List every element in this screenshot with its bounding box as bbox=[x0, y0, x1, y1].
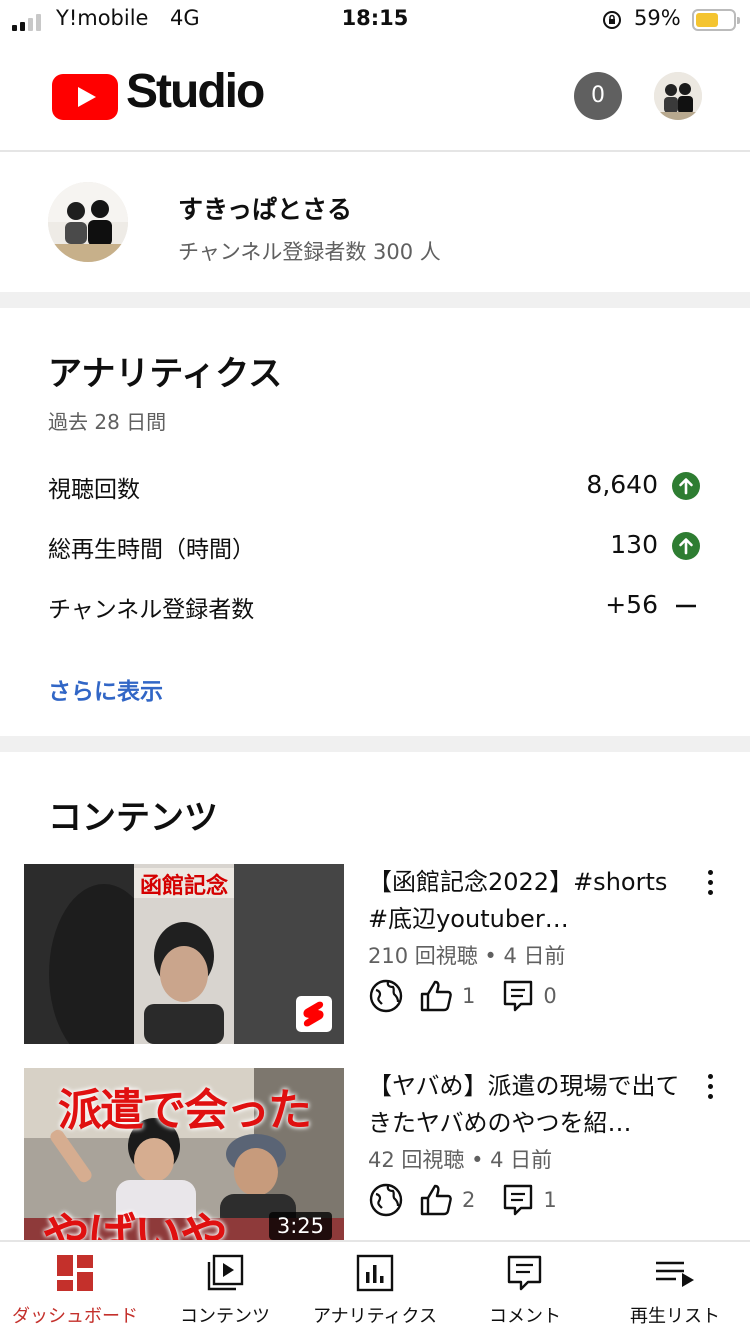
rotation-lock-icon bbox=[603, 11, 621, 29]
app-header: Studio 0 bbox=[0, 42, 750, 152]
video-stats: 1 0 bbox=[368, 978, 583, 1014]
like-count: 1 bbox=[462, 984, 476, 1008]
analytics-card: アナリティクス 過去 28 日間 視聴回数 8,640 総再生時間（時間） 13… bbox=[0, 308, 750, 736]
nav-playlists[interactable]: 再生リスト bbox=[600, 1242, 750, 1334]
like-icon bbox=[420, 980, 452, 1012]
content-icon bbox=[207, 1254, 244, 1291]
account-avatar-photo bbox=[654, 72, 702, 120]
public-globe-icon bbox=[369, 1183, 403, 1217]
nav-label: ダッシュボード bbox=[12, 1306, 138, 1327]
battery-icon bbox=[692, 9, 740, 31]
bottom-nav: ダッシュボード コンテンツ アナリティクス コメント 再生リスト bbox=[0, 1240, 750, 1334]
video-stats: 2 1 bbox=[368, 1182, 583, 1218]
channel-name: すきっぱとさる bbox=[178, 195, 353, 224]
analytics-title: アナリティクス bbox=[48, 354, 283, 394]
metric-value: 8,640 bbox=[586, 470, 658, 499]
nav-label: 再生リスト bbox=[630, 1306, 720, 1327]
thumbnail-caption: 函館記念 bbox=[139, 874, 228, 899]
trend-flat-icon bbox=[676, 604, 696, 608]
thumbnail-caption-bottom: やばいや bbox=[42, 1208, 228, 1242]
shorts-icon bbox=[296, 996, 332, 1032]
public-globe-icon bbox=[369, 979, 403, 1013]
more-options-icon[interactable] bbox=[704, 1074, 716, 1104]
analytics-icon bbox=[356, 1254, 394, 1292]
nav-content[interactable]: コンテンツ bbox=[150, 1242, 300, 1334]
like-icon bbox=[420, 1184, 452, 1216]
like-count: 2 bbox=[462, 1188, 476, 1212]
video-thumbnail[interactable]: 派遣で会った やばいや 3:25 bbox=[24, 1068, 344, 1242]
comment-count: 1 bbox=[543, 1188, 557, 1212]
comment-icon bbox=[507, 1255, 542, 1291]
video-duration: 3:25 bbox=[268, 1212, 332, 1240]
nav-dashboard[interactable]: ダッシュボード bbox=[0, 1242, 150, 1334]
show-more-link[interactable]: さらに表示 bbox=[48, 672, 163, 706]
metric-label: チャンネル登録者数 bbox=[48, 597, 255, 623]
nav-analytics[interactable]: アナリティクス bbox=[300, 1242, 450, 1334]
battery-percent: 59% bbox=[634, 6, 681, 30]
metric-value: 130 bbox=[610, 530, 658, 559]
studio-logo-text: Studio bbox=[126, 65, 265, 118]
playlist-icon bbox=[656, 1261, 694, 1287]
video-title[interactable]: 【函館記念2022】#shorts #底辺youtuber… bbox=[368, 864, 690, 938]
metric-row-subscribers[interactable]: チャンネル登録者数 +56 bbox=[48, 586, 700, 626]
nav-comments[interactable]: コメント bbox=[450, 1242, 600, 1334]
notification-badge[interactable]: 0 bbox=[574, 72, 622, 120]
status-bar: Y!mobile 4G 18:15 59% bbox=[0, 0, 750, 42]
subscriber-count: チャンネル登録者数 300 人 bbox=[178, 240, 441, 264]
comment-icon bbox=[504, 980, 533, 1012]
more-options-icon[interactable] bbox=[704, 870, 716, 900]
nav-label: アナリティクス bbox=[312, 1306, 438, 1327]
thumbnail-caption: 派遣で会った bbox=[58, 1085, 312, 1136]
contents-card: コンテンツ 函館記念 【函館記念2022】#shorts #底辺youtuber… bbox=[0, 752, 750, 1242]
channel-avatar bbox=[48, 182, 128, 262]
analytics-period: 過去 28 日間 bbox=[48, 410, 167, 434]
comment-icon bbox=[504, 1184, 533, 1216]
contents-title: コンテンツ bbox=[48, 798, 218, 838]
video-item[interactable]: 函館記念 【函館記念2022】#shorts #底辺youtuber… 210 … bbox=[24, 864, 734, 1044]
video-item[interactable]: 派遣で会った やばいや 3:25 【ヤバめ】派遣の現場で出てきたヤバめのやつを紹… bbox=[24, 1068, 734, 1242]
metric-value: +56 bbox=[605, 590, 658, 619]
video-thumbnail[interactable]: 函館記念 bbox=[24, 864, 344, 1044]
video-meta: 42 回視聴 • 4 日前 bbox=[368, 1148, 553, 1172]
section-divider bbox=[0, 292, 750, 308]
youtube-logo-icon[interactable] bbox=[52, 74, 118, 120]
trend-up-icon bbox=[672, 472, 700, 500]
channel-avatar-photo bbox=[48, 182, 128, 262]
video-title[interactable]: 【ヤバめ】派遣の現場で出てきたヤバめのやつを紹… bbox=[368, 1068, 690, 1142]
metric-row-views[interactable]: 視聴回数 8,640 bbox=[48, 466, 700, 506]
section-divider bbox=[0, 736, 750, 752]
channel-card[interactable]: すきっぱとさる チャンネル登録者数 300 人 bbox=[0, 152, 750, 292]
comment-count: 0 bbox=[543, 984, 557, 1008]
nav-label: コメント bbox=[489, 1306, 561, 1327]
video-meta: 210 回視聴 • 4 日前 bbox=[368, 944, 566, 968]
trend-up-icon bbox=[672, 532, 700, 560]
dashboard-icon bbox=[57, 1255, 93, 1291]
metric-label: 総再生時間（時間） bbox=[48, 537, 255, 563]
metric-label: 視聴回数 bbox=[48, 477, 140, 503]
account-avatar[interactable] bbox=[654, 72, 702, 120]
metric-row-watch-time[interactable]: 総再生時間（時間） 130 bbox=[48, 526, 700, 566]
nav-label: コンテンツ bbox=[180, 1306, 270, 1327]
